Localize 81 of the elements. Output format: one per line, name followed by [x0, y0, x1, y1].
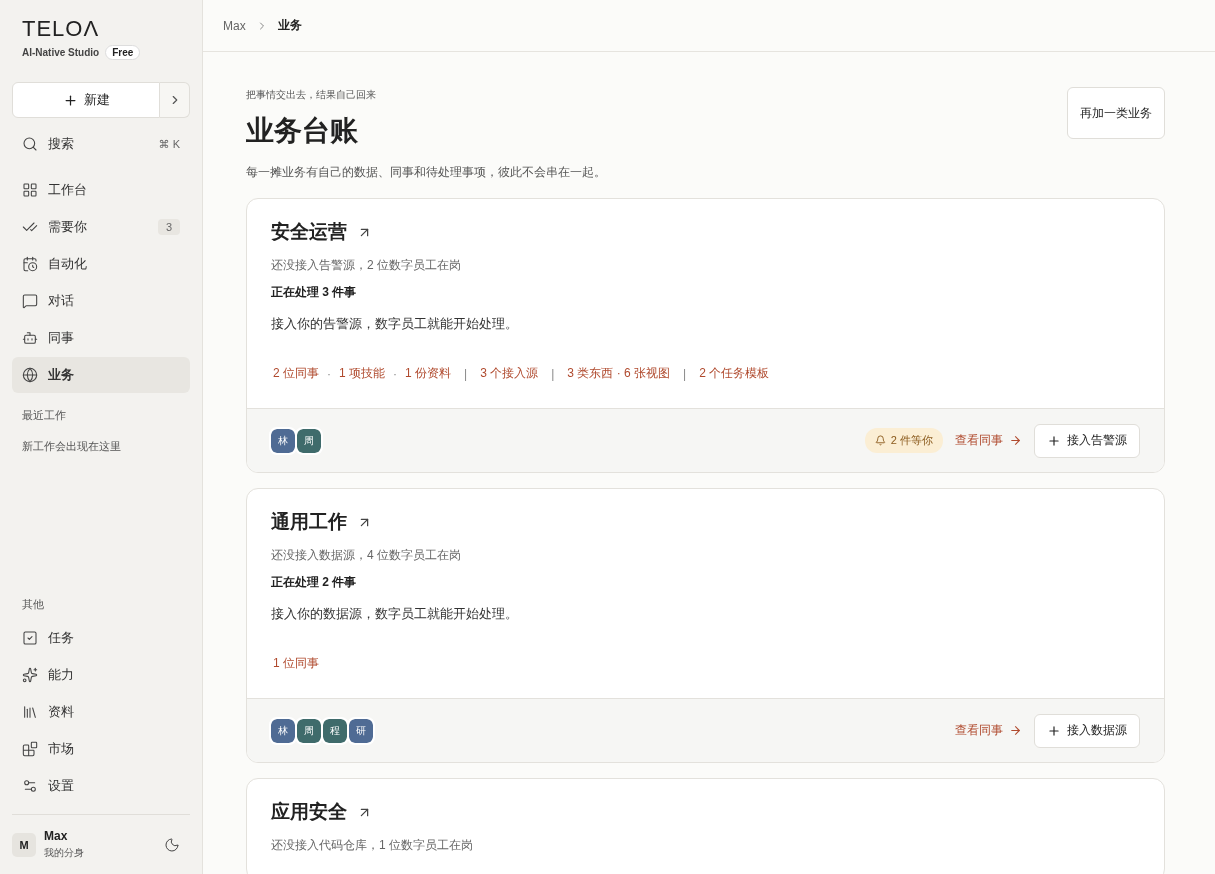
bell-icon [874, 435, 886, 446]
count-badge: 3 [157, 219, 180, 235]
resource-link[interactable]: 2 位同事 [271, 365, 321, 382]
sidebar-item[interactable]: 资料 [12, 694, 190, 730]
user-name: Max [44, 829, 69, 843]
sidebar-item[interactable]: 市场 [12, 731, 190, 767]
card-status: 还没接入数据源，4 位数字员工在岗 [271, 547, 462, 564]
sidebar-item[interactable]: 对话 [12, 283, 190, 319]
arrow-right-icon [1009, 434, 1022, 447]
calendar-clock-icon [22, 256, 38, 272]
card-title: 应用安全 [271, 800, 347, 824]
coworker-avatar[interactable]: 林 [271, 428, 295, 453]
sidebar-item[interactable]: 自动化 [12, 246, 190, 282]
blocks-icon [22, 741, 38, 757]
search-icon [22, 136, 38, 152]
add-business-button[interactable]: 再加一类业务 [1067, 87, 1165, 139]
sidebar-item[interactable]: 任务 [12, 620, 190, 656]
coworker-avatar[interactable]: 研 [349, 718, 373, 743]
resource-link[interactable]: 1 份资料 [403, 365, 454, 382]
waiting-badge: 2 件等你 [864, 428, 943, 453]
section-heading: 最近工作 [21, 408, 67, 423]
separator: | [463, 366, 469, 381]
separator: | [682, 366, 688, 381]
robot-icon [22, 330, 38, 346]
card-hint: 接入你的告警源，数字员工就能开始处理。 [271, 315, 519, 333]
logo-subtitle: AI-Native Studio [22, 47, 100, 58]
separator: · [392, 366, 399, 381]
processing-count: 正在处理 2 件事 [271, 574, 358, 591]
card-status: 还没接入代码仓库，1 位数字员工在岗 [271, 837, 474, 854]
grid-icon [22, 182, 38, 198]
search-item[interactable]: 搜索 ⌘ K [12, 126, 190, 162]
card-title: 安全运营 [271, 220, 347, 244]
coworker-avatar[interactable]: 程 [323, 718, 347, 743]
breadcrumb-item[interactable]: Max [223, 18, 246, 33]
card-title: 通用工作 [271, 510, 347, 534]
plus-icon [1047, 723, 1061, 738]
user-avatar[interactable]: M [12, 832, 36, 857]
resource-link[interactable]: 3 个接入源 [478, 365, 541, 382]
sidebar-item[interactable]: 业务 [12, 357, 190, 393]
view-coworkers-link[interactable]: 查看同事 [955, 722, 1022, 739]
library-icon [22, 704, 38, 720]
processing-count: 正在处理 3 件事 [271, 284, 358, 301]
connect-button[interactable]: 接入告警源 [1034, 423, 1140, 458]
plan-badge: Free [105, 45, 141, 60]
card-hint: 接入你的数据源，数字员工就能开始处理。 [271, 605, 519, 623]
empty-hint: 新工作会出现在这里 [21, 439, 122, 454]
sidebar-item[interactable]: 能力 [12, 657, 190, 693]
plus-icon [1047, 433, 1061, 448]
logo: TELOΛ [21, 16, 101, 42]
card-status: 还没接入告警源，2 位数字员工在岗 [271, 257, 462, 274]
separator: | [550, 366, 556, 381]
page-title: 业务台账 [246, 114, 359, 148]
sidebar-item[interactable]: 同事 [12, 320, 190, 356]
page-description: 每一摊业务有自己的数据、同事和待处理事项，彼此不会串在一起。 [246, 164, 606, 181]
coworker-avatar[interactable]: 周 [297, 718, 321, 743]
chat-icon [22, 293, 38, 309]
view-coworkers-link[interactable]: 查看同事 [955, 432, 1022, 449]
settings-icon [22, 778, 38, 794]
coworker-avatar[interactable]: 林 [271, 718, 295, 743]
arrow-right-icon [1009, 724, 1022, 737]
sidebar-item[interactable]: 需要你 3 [12, 209, 190, 245]
shortcut-hint: ⌘ K [158, 137, 180, 151]
section-heading: 其他 [21, 597, 45, 612]
separator: · [326, 366, 332, 381]
sidebar-item[interactable]: 设置 [12, 768, 190, 804]
user-subtitle: 我的分身 [44, 846, 85, 860]
resource-link[interactable]: 3 类东西 · 6 张视图 [565, 365, 672, 382]
resource-link[interactable]: 2 个任务模板 [697, 365, 772, 382]
breadcrumb-item: 业务 [277, 17, 302, 34]
moon-icon[interactable] [164, 836, 180, 853]
plus-icon [62, 92, 78, 108]
sidebar-item[interactable]: 工作台 [12, 172, 190, 208]
resource-link[interactable]: 1 项技能 [337, 365, 388, 382]
checkbox-icon [22, 630, 38, 646]
sparkles-icon [22, 667, 38, 683]
coworker-avatar[interactable]: 周 [297, 428, 321, 453]
connect-button[interactable]: 接入数据源 [1034, 713, 1140, 748]
eyebrow-text: 把事情交出去，结果自己回来 [246, 88, 377, 102]
new-button[interactable]: 新建 [12, 82, 160, 118]
resource-link[interactable]: 1 位同事 [271, 655, 321, 672]
globe-icon [22, 367, 38, 383]
